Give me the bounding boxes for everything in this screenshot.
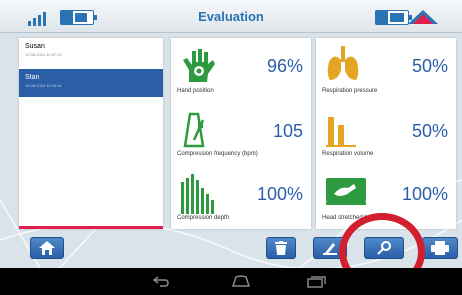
hand-icon bbox=[183, 49, 215, 82]
head-tilt-icon bbox=[326, 178, 366, 205]
metric-label: Respiration volume bbox=[322, 151, 374, 157]
volume-bars-icon bbox=[326, 117, 356, 147]
metric-respiration-volume[interactable]: 50% Respiration volume bbox=[316, 101, 456, 164]
depth-bars-icon bbox=[181, 174, 214, 214]
metric-label: Compression frequency (bpm) bbox=[177, 151, 258, 157]
metric-value: 100% bbox=[256, 184, 303, 204]
delete-button[interactable] bbox=[266, 237, 296, 259]
metric-respiration-pressure[interactable]: 50% Respiration pressure bbox=[316, 38, 456, 101]
user-list: Susan 12.06.2013 12:47:13 Stan 12.06.201… bbox=[19, 38, 163, 229]
metric-label: Respiration pressure bbox=[322, 88, 378, 94]
metric-value: 105 bbox=[272, 121, 303, 141]
recents-icon[interactable] bbox=[307, 274, 327, 288]
home-button[interactable] bbox=[30, 237, 64, 259]
metric-value: 50% bbox=[411, 121, 448, 141]
nav-home-icon[interactable] bbox=[231, 274, 251, 288]
device-battery-icon bbox=[375, 10, 412, 25]
user-list-item[interactable]: Susan 12.06.2013 12:47:13 bbox=[19, 38, 163, 66]
metric-value: 96% bbox=[266, 56, 303, 76]
metric-value: 100% bbox=[401, 184, 448, 204]
user-name: Stan bbox=[25, 74, 40, 81]
home-icon bbox=[39, 241, 55, 255]
user-name: Susan bbox=[25, 43, 45, 50]
metric-label: Hand position bbox=[177, 88, 214, 94]
printer-icon bbox=[431, 241, 449, 255]
metric-value: 50% bbox=[411, 56, 448, 76]
lungs-icon bbox=[327, 46, 359, 80]
metric-compression-frequency[interactable]: 105 Compression frequency (bpm) bbox=[171, 101, 311, 164]
trash-icon bbox=[275, 241, 287, 255]
respiration-metrics-card: 50% Respiration pressure 50% Respiration… bbox=[316, 38, 456, 229]
user-list-item-selected[interactable]: Stan 12.06.2013 11:08:14 bbox=[19, 69, 163, 97]
print-button[interactable] bbox=[422, 237, 458, 259]
metronome-icon bbox=[183, 112, 205, 148]
cpr-metrics-card: 96% Hand position 105 Compression freque… bbox=[171, 38, 311, 229]
top-bar: Evaluation bbox=[0, 0, 462, 33]
user-date: 12.06.2013 12:47:13 bbox=[25, 52, 62, 57]
brand-logo bbox=[408, 10, 438, 24]
pencil-icon bbox=[323, 243, 337, 255]
metric-hand-position[interactable]: 96% Hand position bbox=[171, 38, 311, 101]
metric-label: Compression depth bbox=[177, 215, 230, 221]
user-date: 12.06.2013 11:08:14 bbox=[25, 83, 62, 88]
android-navigation-bar bbox=[0, 268, 462, 295]
metric-compression-depth[interactable]: 100% Compression depth bbox=[171, 164, 311, 229]
back-icon[interactable] bbox=[152, 274, 170, 288]
